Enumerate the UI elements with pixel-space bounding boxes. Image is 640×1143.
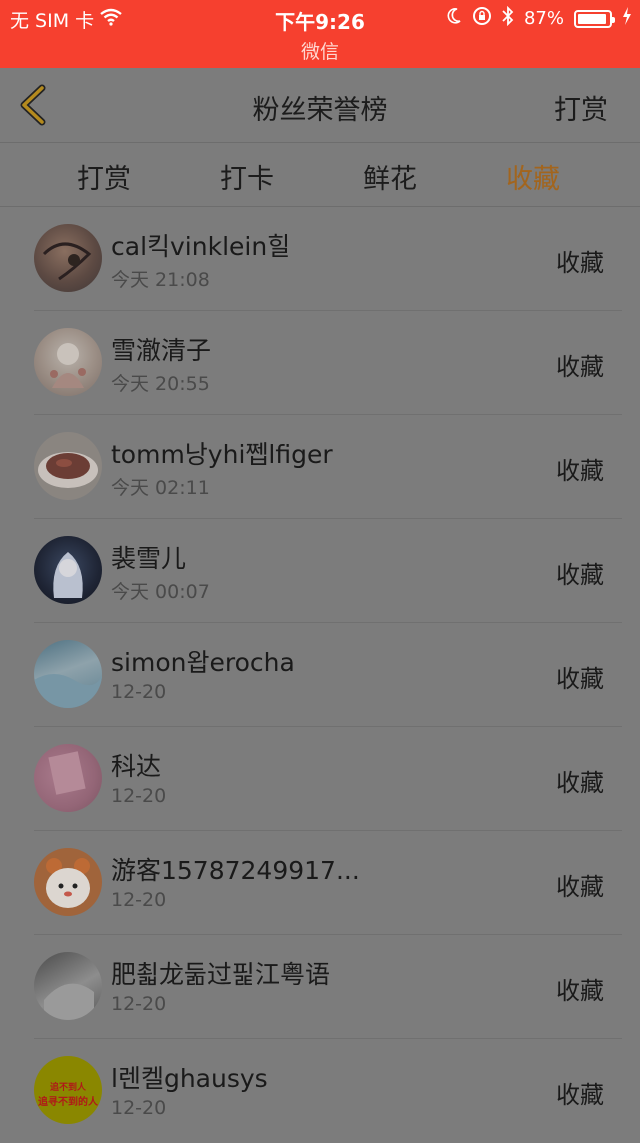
fan-name: 肥쵧龙둚过핉江粤语: [111, 960, 331, 989]
fan-time: 12-20: [111, 681, 167, 703]
avatar: [34, 744, 102, 812]
avatar-text-top: 追不到人: [49, 1083, 86, 1093]
tab-favorites[interactable]: 收藏: [463, 157, 603, 196]
status-app-name: 微信: [300, 41, 339, 63]
fan-name: 裴雪儿: [111, 544, 187, 573]
fan-action: 收藏: [556, 665, 604, 693]
list-item[interactable]: 肥쵧龙둚过핉江粤语 12-20 收藏: [0, 935, 640, 1039]
fan-action: 收藏: [556, 249, 604, 277]
list-item[interactable]: 雪澈清子 今天 20:55 收藏: [0, 311, 640, 415]
fan-name: simon왑erocha: [111, 648, 295, 677]
reward-button[interactable]: 打赏: [554, 88, 608, 127]
fan-time: 12-20: [111, 1097, 167, 1119]
rotation-lock-icon: [472, 6, 492, 31]
avatar: [34, 640, 102, 708]
charging-icon: [622, 7, 632, 30]
fan-name: 科达: [111, 752, 162, 781]
bluetooth-icon: [502, 5, 514, 31]
fan-action: 收藏: [556, 353, 604, 381]
avatar: [34, 536, 102, 604]
avatar: [34, 848, 102, 916]
fan-time: 12-20: [111, 993, 167, 1015]
tab-bar: 打赏 打卡 鲜花 收藏: [0, 143, 640, 207]
fan-action: 收藏: [556, 977, 604, 1005]
fan-name: l렌켈ghausys: [111, 1064, 268, 1093]
page-title: 粉丝荣誉榜: [252, 95, 388, 126]
avatar: 追不到人 追寻不到的人: [34, 1056, 102, 1124]
tab-flowers[interactable]: 鲜花: [320, 157, 460, 196]
fan-time: 今天 02:11: [111, 477, 210, 499]
fan-name: 游客15787249917...: [111, 856, 360, 885]
fan-action: 收藏: [556, 873, 604, 901]
tab-reward[interactable]: 打赏: [34, 157, 174, 196]
avatar: [34, 328, 102, 396]
fan-time: 今天 21:08: [111, 269, 210, 291]
list-item[interactable]: 裴雪儿 今天 00:07 收藏: [0, 519, 640, 623]
fan-name: tomm낭yhi쩹lfiger: [111, 440, 333, 469]
list-item[interactable]: 追不到人 追寻不到的人 l렌켈ghausys 12-20 收藏: [0, 1039, 640, 1143]
moon-icon: [446, 7, 462, 30]
tab-checkin[interactable]: 打卡: [177, 157, 317, 196]
fan-action: 收藏: [556, 769, 604, 797]
fan-list: cal킥vinklein힐 今天 21:08 收藏 雪澈清子 今天 20:55 …: [0, 207, 640, 1143]
fan-action: 收藏: [556, 561, 604, 589]
avatar: [34, 224, 102, 292]
fan-time: 今天 20:55: [111, 373, 210, 395]
list-item[interactable]: 游客15787249917... 12-20 收藏: [0, 831, 640, 935]
list-item[interactable]: cal킥vinklein힐 今天 21:08 收藏: [0, 207, 640, 311]
fan-time: 12-20: [111, 785, 167, 807]
nav-bar: 粉丝荣誉榜 打赏: [0, 68, 640, 143]
avatar: [34, 952, 102, 1020]
fan-time: 12-20: [111, 889, 167, 911]
fan-name: cal킥vinklein힐: [111, 232, 291, 261]
avatar: [34, 432, 102, 500]
status-right: 87%: [446, 5, 632, 31]
list-item[interactable]: tomm낭yhi쩹lfiger 今天 02:11 收藏: [0, 415, 640, 519]
list-item[interactable]: 科达 12-20 收藏: [0, 727, 640, 831]
battery-icon: [574, 9, 615, 28]
battery-percent: 87%: [523, 8, 564, 29]
fan-action: 收藏: [556, 457, 604, 485]
status-bar: 无 SIM 卡 下午9:26 微信 87%: [0, 0, 640, 68]
fan-time: 今天 00:07: [111, 581, 210, 603]
list-item[interactable]: simon왑erocha 12-20 收藏: [0, 623, 640, 727]
fan-action: 收藏: [556, 1081, 604, 1109]
avatar-text-bottom: 追寻不到的人: [38, 1097, 98, 1108]
fan-name: 雪澈清子: [111, 336, 212, 365]
